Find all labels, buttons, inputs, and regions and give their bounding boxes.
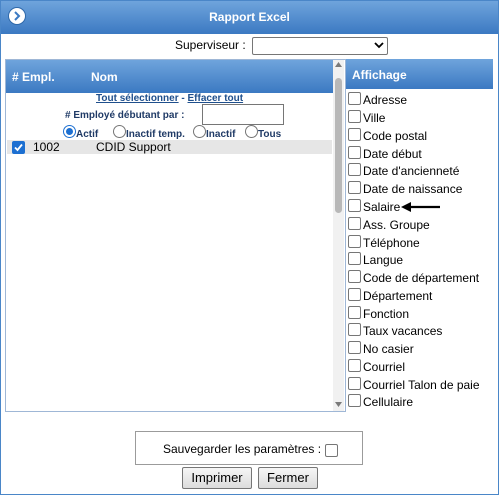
display-option-telephone[interactable]: Téléphone: [348, 235, 420, 251]
option-checkbox[interactable]: [348, 128, 361, 141]
radio-unselected: [245, 125, 258, 138]
title-bar: Rapport Excel: [1, 1, 498, 34]
option-label: Ville: [363, 111, 386, 125]
display-option-cellulaire[interactable]: Cellulaire: [348, 394, 413, 410]
display-option-date-debut[interactable]: Date début: [348, 146, 422, 162]
selection-links: Tout sélectionner - Effacer tout: [96, 93, 243, 104]
table-row[interactable]: 1002 CDID Support: [7, 140, 332, 154]
option-label: Fonction: [363, 307, 410, 321]
option-checkbox[interactable]: [348, 288, 361, 301]
option-checkbox[interactable]: [348, 181, 361, 194]
display-option-langue[interactable]: Langue: [348, 252, 403, 268]
display-option-departement[interactable]: Département: [348, 288, 432, 304]
save-settings-label: Sauvegarder les paramètres :: [163, 442, 322, 456]
display-option-salaire[interactable]: Salaire: [348, 199, 400, 215]
display-option-date-naissance[interactable]: Date de naissance: [348, 181, 462, 197]
option-checkbox[interactable]: [348, 341, 361, 354]
display-header-label: Affichage: [352, 68, 407, 82]
option-label: No casier: [363, 342, 414, 356]
option-label: Cellulaire: [363, 395, 414, 409]
select-all-link[interactable]: Tout sélectionner: [96, 93, 179, 104]
status-radio-tous[interactable]: Tous: [245, 125, 281, 140]
display-option-ville[interactable]: Ville: [348, 110, 385, 126]
status-radio-actif[interactable]: Actif: [63, 125, 98, 140]
option-checkbox[interactable]: [348, 163, 361, 176]
status-label: Inactif temp.: [126, 129, 185, 140]
option-checkbox[interactable]: [348, 377, 361, 390]
display-option-ass-groupe[interactable]: Ass. Groupe: [348, 217, 430, 233]
display-option-date-anciennete[interactable]: Date d'ancienneté: [348, 163, 459, 179]
scroll-down-arrow-icon[interactable]: [335, 402, 342, 408]
display-option-taux-vacances[interactable]: Taux vacances: [348, 323, 442, 339]
option-checkbox[interactable]: [348, 146, 361, 159]
status-label: Tous: [258, 129, 282, 140]
option-label: Ass. Groupe: [363, 218, 430, 232]
option-label: Code de département: [363, 271, 480, 285]
display-option-code-departement[interactable]: Code de département: [348, 270, 479, 286]
supervisor-select[interactable]: [252, 37, 388, 55]
option-checkbox[interactable]: [348, 306, 361, 319]
option-checkbox[interactable]: [348, 217, 361, 230]
checkmark-icon: [14, 143, 23, 152]
option-label: Adresse: [363, 93, 408, 107]
status-radio-inactif-temp[interactable]: Inactif temp.: [113, 125, 185, 140]
display-option-fonction[interactable]: Fonction: [348, 306, 409, 322]
status-label: Inactif: [206, 129, 236, 140]
option-label: Courriel: [363, 360, 406, 374]
option-label: Département: [363, 289, 433, 303]
option-label: Date de naissance: [363, 182, 463, 196]
display-option-courriel[interactable]: Courriel: [348, 359, 405, 375]
option-checkbox[interactable]: [348, 323, 361, 336]
option-label: Téléphone: [363, 236, 420, 250]
dialog-title: Rapport Excel: [209, 10, 290, 24]
row-employee-name: CDID Support: [96, 140, 171, 154]
employee-list-panel: # Empl. Nom Tout sélectionner - Effacer …: [5, 59, 346, 412]
option-label: Date début: [363, 147, 422, 161]
option-checkbox[interactable]: [348, 252, 361, 265]
option-label: Date d'ancienneté: [363, 164, 460, 178]
chevron-down-icon: [374, 42, 384, 49]
save-settings-box: Sauvegarder les paramètres :: [135, 431, 363, 465]
option-checkbox[interactable]: [348, 92, 361, 105]
display-option-no-casier[interactable]: No casier: [348, 341, 414, 357]
option-checkbox[interactable]: [348, 359, 361, 372]
radio-selected: [63, 125, 76, 138]
save-settings-checkbox[interactable]: [325, 444, 338, 457]
display-option-adresse[interactable]: Adresse: [348, 92, 407, 108]
display-option-code-postal[interactable]: Code postal: [348, 128, 427, 144]
supervisor-label: Superviseur :: [175, 38, 246, 52]
print-button[interactable]: Imprimer: [182, 467, 252, 489]
column-name: Nom: [91, 70, 118, 84]
option-label: Courriel Talon de paie: [363, 378, 480, 392]
option-label: Salaire: [363, 200, 401, 214]
option-label: Code postal: [363, 129, 428, 143]
starting-employee-input[interactable]: [202, 104, 284, 125]
employee-list-header: # Empl. Nom: [6, 60, 333, 93]
option-checkbox[interactable]: [348, 110, 361, 123]
link-separator: -: [181, 93, 185, 104]
option-checkbox[interactable]: [348, 270, 361, 283]
row-employee-number: 1002: [33, 140, 60, 154]
display-header: Affichage: [346, 59, 493, 89]
column-empl-number: # Empl.: [12, 70, 55, 84]
display-option-courriel-talon[interactable]: Courriel Talon de paie: [348, 377, 480, 393]
scroll-up-arrow-icon[interactable]: [335, 62, 342, 68]
annotation-arrow-left-icon: [401, 202, 440, 212]
option-label: Langue: [363, 253, 404, 267]
clear-all-link[interactable]: Effacer tout: [188, 93, 244, 104]
status-radio-inactif[interactable]: Inactif: [193, 125, 235, 140]
status-label: Actif: [76, 129, 99, 140]
radio-unselected: [113, 125, 126, 138]
display-options-panel: Affichage Adresse Ville Code postal Date…: [346, 59, 493, 410]
row-checkbox[interactable]: [12, 141, 25, 154]
list-scrollbar[interactable]: [333, 60, 344, 411]
option-label: Taux vacances: [363, 324, 443, 338]
radio-unselected: [193, 125, 206, 138]
option-checkbox[interactable]: [348, 394, 361, 407]
option-checkbox[interactable]: [348, 235, 361, 248]
starting-employee-label: # Employé débutant par :: [65, 110, 185, 121]
option-checkbox[interactable]: [348, 199, 361, 212]
close-button[interactable]: Fermer: [258, 467, 318, 489]
scrollbar-thumb[interactable]: [335, 78, 342, 213]
